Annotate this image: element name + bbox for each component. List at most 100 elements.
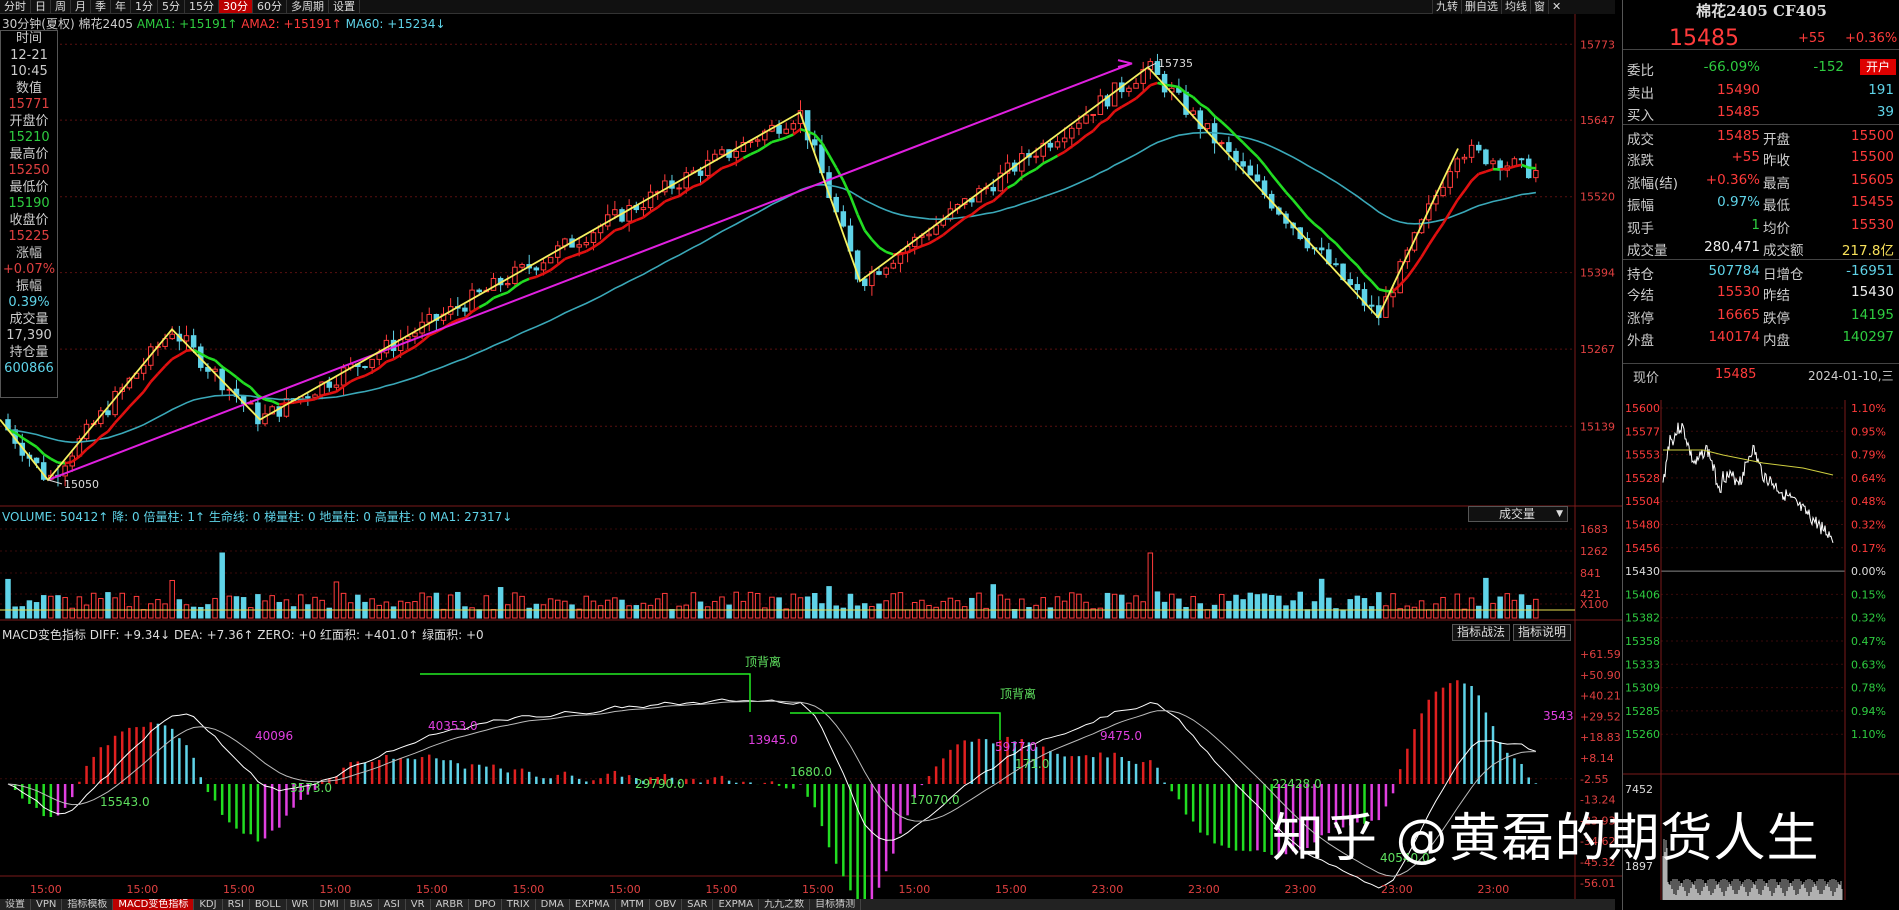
ama-segment xyxy=(271,400,280,406)
volume-bar xyxy=(654,598,661,619)
toolbar-right-item-1[interactable]: 删自选 xyxy=(1461,0,1501,14)
volume-bar xyxy=(226,595,233,619)
macd-area-label: 40096 xyxy=(255,729,293,743)
volume-bar xyxy=(1468,597,1475,619)
ama-segment xyxy=(1206,107,1216,117)
volume-bar xyxy=(176,599,183,619)
indicator-tab-4[interactable]: KDJ xyxy=(194,899,223,910)
indicator-strategy-button[interactable]: 指标战法 xyxy=(1452,624,1511,641)
ama-segment xyxy=(1370,280,1380,291)
ama-segment xyxy=(742,153,752,160)
candle-body xyxy=(590,232,597,243)
toolbar-right-item-4[interactable]: ✕ xyxy=(1548,0,1564,14)
volume-bar xyxy=(447,594,454,619)
period-tab-11[interactable]: 多周期 xyxy=(287,0,329,13)
ama-segment xyxy=(1427,233,1437,246)
ama-segment xyxy=(978,202,987,210)
time-axis-label: 23:00 xyxy=(1188,883,1220,896)
quote-label: 持仓 xyxy=(1627,266,1654,283)
ama-segment xyxy=(1085,129,1094,137)
indicator-tab-20[interactable]: EXPMA xyxy=(713,899,760,910)
indicator-tab-16[interactable]: EXPMA xyxy=(570,899,616,910)
indicator-tab-19[interactable]: SAR xyxy=(682,899,714,910)
candle-body xyxy=(426,313,432,323)
indicator-tab-11[interactable]: VR xyxy=(406,899,431,910)
quote-label: 委比 xyxy=(1627,63,1654,79)
indicator-tab-18[interactable]: OBV xyxy=(650,899,683,910)
ama-segment xyxy=(756,145,766,153)
volume-bar xyxy=(1204,609,1211,619)
ama-segment xyxy=(1349,257,1359,267)
indicator-tab-17[interactable]: MTM xyxy=(616,899,650,910)
period-tab-7[interactable]: 5分 xyxy=(158,0,185,13)
volume-bar xyxy=(48,595,54,619)
ama-segment xyxy=(564,255,573,261)
ama-segment xyxy=(606,229,616,238)
indicator-tab-3[interactable]: MACD变色指标 xyxy=(113,899,195,910)
indicator-tab-1[interactable]: VPN xyxy=(31,899,63,910)
period-tab-0[interactable]: 分时 xyxy=(0,0,31,13)
indicator-tab-12[interactable]: ARBR xyxy=(431,899,470,910)
main-legend: 30分钟(夏权) 棉花2405 AMA1: +15191↑ AMA2: +151… xyxy=(2,15,446,32)
toolbar-right-item-3[interactable]: 窗 xyxy=(1530,0,1548,14)
info-value-5: 15190 xyxy=(8,196,50,211)
volume-bar xyxy=(676,605,682,619)
indicator-help-button[interactable]: 指标说明 xyxy=(1513,624,1572,641)
toolbar-right-item-2[interactable]: 均线 xyxy=(1501,0,1530,14)
volume-bar xyxy=(476,609,482,619)
indicator-tab-8[interactable]: DMI xyxy=(314,899,345,910)
indicator-tab-13[interactable]: DPO xyxy=(469,899,502,910)
period-tab-5[interactable]: 年 xyxy=(111,0,131,13)
price-axis-label: 15267 xyxy=(1580,343,1615,356)
main-chart-area[interactable]: 15773 15647 15520 15394 15267 15139 15735 15050… xyxy=(0,14,1622,899)
toolbar-right-item-0[interactable]: 九转 xyxy=(1432,0,1461,14)
volume-bar xyxy=(198,606,204,619)
indicator-tab-9[interactable]: BIAS xyxy=(345,899,379,910)
volume-bar xyxy=(690,592,697,619)
indicator-tab-2[interactable]: 指标模板 xyxy=(62,899,114,910)
volume-bar xyxy=(1411,606,1418,619)
period-tab-8[interactable]: 15分 xyxy=(185,0,219,13)
macd-area-label: 5977.0 xyxy=(995,740,1037,754)
period-tab-2[interactable]: 周 xyxy=(51,0,71,13)
volume-bar xyxy=(861,603,868,619)
period-tab-3[interactable]: 月 xyxy=(71,0,91,13)
period-tab-10[interactable]: 60分 xyxy=(253,0,287,13)
volume-bar xyxy=(1069,592,1075,619)
ama-segment xyxy=(1313,223,1323,231)
indicator-tab-0[interactable]: 设置 xyxy=(0,899,31,910)
ama-segment xyxy=(1342,250,1352,260)
indicator-tab-21[interactable]: 九九之数 xyxy=(759,899,811,910)
volume-bar xyxy=(647,604,654,619)
indicator-tab-15[interactable]: DMA xyxy=(536,899,570,910)
period-tab-1[interactable]: 日 xyxy=(31,0,51,13)
quote-row-9: 持仓 507784 日增仓 -16951 xyxy=(1623,258,1899,283)
indicator-tab-5[interactable]: RSI xyxy=(223,899,250,910)
indicator-tab-14[interactable]: TRIX xyxy=(502,899,536,910)
quote-label: 涨跌 xyxy=(1627,153,1654,169)
volume-bar xyxy=(219,552,225,619)
indicator-tab-10[interactable]: ASI xyxy=(379,899,406,910)
ama-segment xyxy=(849,195,859,216)
open-account-button[interactable]: 开户 xyxy=(1859,59,1896,75)
macd-legend: MACD变色指标 DIFF: +9.34↓ DEA: +7.36↑ ZERO: … xyxy=(2,626,484,643)
volume-bar xyxy=(1283,605,1289,619)
indicator-tab-22[interactable]: 目标猜测 xyxy=(810,899,862,910)
indicator-tab-6[interactable]: BOLL xyxy=(250,899,287,910)
ama-segment xyxy=(142,381,152,393)
volume-bar xyxy=(76,596,83,619)
quote-row-7: 现手 1 均价 15530 xyxy=(1623,214,1899,237)
period-tab-4[interactable]: 季 xyxy=(91,0,111,13)
period-tab-12[interactable]: 设置 xyxy=(329,0,360,13)
volume-indicator-select[interactable]: 成交量 ▼ xyxy=(1468,506,1568,522)
volume-bar xyxy=(340,592,347,619)
quote-value: 280,471 xyxy=(1704,239,1760,255)
period-tab-9[interactable]: 30分 xyxy=(219,0,253,13)
info-value-10: 600866 xyxy=(4,361,54,376)
divergence-label-1: 顶背离 xyxy=(745,654,781,669)
indicator-tab-7[interactable]: WR xyxy=(287,899,315,910)
macd-axis-label: -56.01 xyxy=(1580,877,1615,890)
ama-segment xyxy=(321,392,330,397)
volume-bar xyxy=(376,604,383,619)
period-tab-6[interactable]: 1分 xyxy=(131,0,158,13)
